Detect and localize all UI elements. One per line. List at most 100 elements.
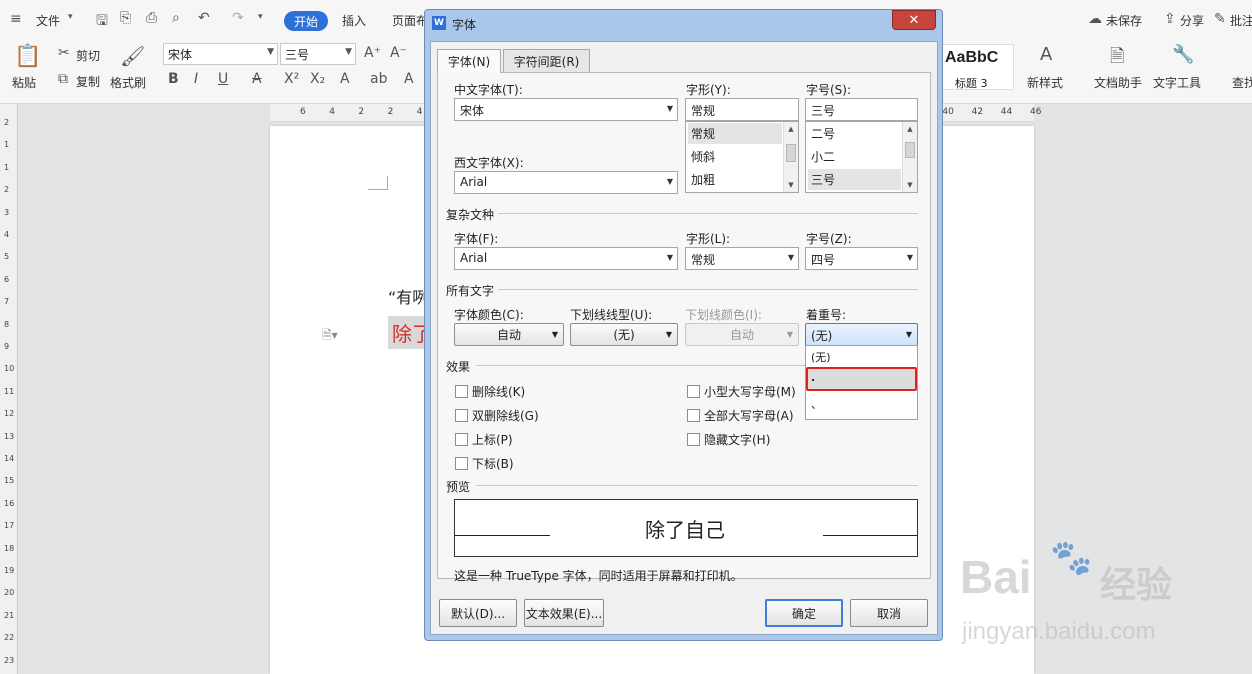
menu-start[interactable]: 开始 [284, 11, 328, 31]
default-button[interactable]: 默认(D)... [439, 599, 517, 627]
hamburger-icon[interactable]: ≡ [10, 11, 22, 27]
subscript-checkbox[interactable] [455, 457, 468, 470]
copy-button[interactable]: 复制 [76, 73, 100, 90]
doc-helper-button[interactable]: 文档助手 [1094, 74, 1142, 91]
close-button[interactable]: ✕ [892, 10, 936, 30]
list-item[interactable]: 倾斜 [688, 146, 718, 167]
hidden-text-label[interactable]: 隐藏文字(H) [704, 431, 770, 448]
strikethrough-label[interactable]: 删除线(K) [472, 383, 525, 400]
grow-font-icon[interactable]: A⁺ [364, 45, 381, 61]
scroll-down-icon[interactable]: ▼ [903, 178, 917, 192]
complex-style-select[interactable]: 常规 ▼ [685, 247, 799, 270]
subscript-label[interactable]: 下标(B) [472, 455, 514, 472]
dialog-titlebar[interactable]: W 字体 ✕ [425, 10, 942, 36]
bold-icon[interactable]: B [168, 71, 179, 87]
scroll-up-icon[interactable]: ▲ [784, 122, 798, 136]
emphasis-option-none[interactable]: (无) [808, 347, 916, 367]
text-effect-icon[interactable]: A [340, 71, 350, 87]
superscript-label[interactable]: 上标(P) [472, 431, 513, 448]
underline-icon[interactable]: U [218, 71, 228, 87]
font-color-icon[interactable]: A [404, 71, 414, 87]
redo-icon[interactable]: ↷ [232, 10, 244, 26]
complex-size-select[interactable]: 四号 ▼ [805, 247, 918, 270]
wrench-icon[interactable]: 🔧 [1172, 44, 1194, 65]
comment-button[interactable]: 批注 [1230, 12, 1252, 29]
new-style-icon[interactable]: A [1040, 44, 1052, 65]
export-icon[interactable]: ⎘ [120, 10, 131, 26]
double-strike-checkbox[interactable] [455, 409, 468, 422]
scroll-up-icon[interactable]: ▲ [903, 122, 917, 136]
all-caps-label[interactable]: 全部大写字母(A) [704, 407, 794, 424]
small-caps-checkbox[interactable] [687, 385, 700, 398]
italic-icon[interactable]: I [194, 71, 198, 87]
scrollbar[interactable]: ▲ ▼ [783, 122, 798, 192]
text-effect-button[interactable]: 文本效果(E)... [524, 599, 604, 627]
highlight-icon[interactable]: ab [370, 71, 387, 87]
emphasis-option-dot[interactable]: . [808, 369, 916, 389]
font-name-combo[interactable]: 宋体 ▼ [163, 43, 278, 65]
tab-char-spacing[interactable]: 字符间距(R) [503, 49, 590, 72]
complex-font-select[interactable]: Arial ▼ [454, 247, 678, 270]
save-icon[interactable]: 🖫 [96, 10, 108, 34]
format-painter-icon[interactable]: 🖌 [120, 44, 145, 68]
vertical-ruler[interactable]: 2 1 1 2 3 4 5 6 7 8 9 10 11 12 13 14 15 16 17 18 19 20 21 22 23 [0, 104, 18, 674]
tab-font[interactable]: 字体(N) [437, 49, 501, 73]
paste-button[interactable]: 粘贴 [12, 74, 36, 91]
doc-helper-icon[interactable]: 🗎 [1110, 44, 1124, 74]
strikethrough-checkbox[interactable] [455, 385, 468, 398]
style-gallery-item[interactable]: AaBbC 标题 3 [940, 44, 1014, 90]
paste-icon[interactable]: 📋 [14, 44, 41, 69]
share-button[interactable]: 分享 [1180, 12, 1204, 29]
size-input[interactable]: 三号 [805, 98, 918, 121]
unsaved-status[interactable]: 未保存 [1106, 12, 1142, 29]
cn-font-select[interactable]: 宋体 ▼ [454, 98, 678, 121]
scroll-thumb[interactable] [786, 144, 796, 162]
paragraph-icon[interactable]: 🗎▾ [322, 326, 338, 347]
double-strike-label[interactable]: 双删除线(G) [472, 407, 539, 424]
print-icon[interactable]: ⎙ [146, 10, 157, 26]
style-listbox[interactable]: 常规 倾斜 加粗 ▲ ▼ [685, 121, 799, 193]
print-preview-icon[interactable]: ⌕ [172, 10, 180, 26]
find-button[interactable]: 查找 [1232, 74, 1252, 91]
list-item[interactable]: 三号 [808, 169, 901, 190]
all-caps-checkbox[interactable] [687, 409, 700, 422]
emphasis-dropdown[interactable]: (无) . 、 [805, 345, 918, 420]
preview-text: 除了自己 [645, 518, 725, 542]
scroll-thumb[interactable] [905, 142, 915, 158]
doc-line-1[interactable]: “有咧 [388, 284, 428, 308]
superscript-icon[interactable]: X² [284, 71, 299, 87]
small-caps-label[interactable]: 小型大写字母(M) [704, 383, 796, 400]
menu-insert[interactable]: 插入 [342, 12, 366, 29]
new-style-button[interactable]: 新样式 [1027, 74, 1063, 91]
style-input[interactable]: 常规 [685, 98, 799, 121]
scroll-down-icon[interactable]: ▼ [784, 178, 798, 192]
west-font-select[interactable]: Arial ▼ [454, 171, 678, 194]
strikethrough-icon[interactable]: A [252, 71, 262, 87]
cut-button[interactable]: 剪切 [76, 47, 100, 64]
shrink-font-icon[interactable]: A⁻ [390, 45, 407, 61]
format-painter-button[interactable]: 格式刷 [110, 74, 146, 91]
emphasis-select[interactable]: (无) ▼ [805, 323, 918, 346]
list-item[interactable]: 常规 [688, 123, 782, 144]
list-item[interactable]: 小二 [808, 146, 838, 167]
list-item[interactable]: 二号 [808, 123, 838, 144]
underline-type-select[interactable]: (无) ▼ [570, 323, 678, 346]
subscript-icon[interactable]: X₂ [310, 71, 325, 87]
font-color-select[interactable]: 自动 ▼ [454, 323, 564, 346]
list-item[interactable]: 加粗 [688, 169, 718, 190]
size-listbox[interactable]: 二号 小二 三号 ▲ ▼ [805, 121, 918, 193]
superscript-checkbox[interactable] [455, 433, 468, 446]
emphasis-option-comma[interactable]: 、 [808, 394, 916, 414]
cancel-button[interactable]: 取消 [850, 599, 928, 627]
menu-file[interactable]: 文件 [36, 12, 60, 29]
font-size-combo[interactable]: 三号 ▼ [280, 43, 356, 65]
hidden-text-checkbox[interactable] [687, 433, 700, 446]
scrollbar[interactable]: ▲ ▼ [902, 122, 917, 192]
ok-button[interactable]: 确定 [765, 599, 843, 627]
customize-chevron-icon[interactable]: ▾ [258, 12, 263, 22]
chevron-down-icon[interactable]: ▾ [68, 12, 73, 22]
underline-color-select: 自动 ▼ [685, 323, 799, 346]
undo-icon[interactable]: ↶ [198, 10, 210, 26]
text-tools-button[interactable]: 文字工具 [1153, 74, 1201, 91]
menu-page-layout[interactable]: 页面布 [392, 12, 428, 29]
